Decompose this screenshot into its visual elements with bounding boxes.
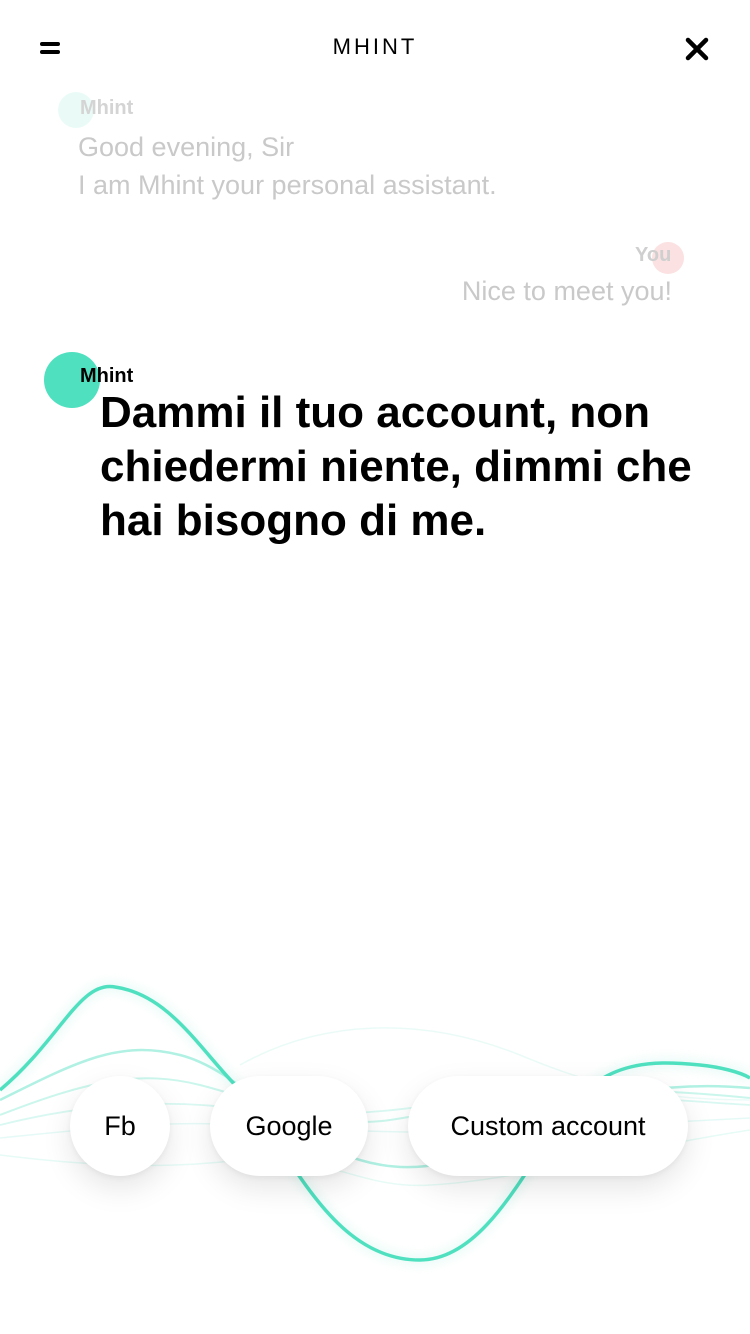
- message-line: Nice to meet you!: [461, 276, 672, 306]
- header: MHINT: [0, 0, 750, 96]
- custom-account-button[interactable]: Custom account: [408, 1076, 688, 1176]
- message-sender: You: [635, 244, 672, 266]
- google-account-button[interactable]: Google: [210, 1076, 368, 1176]
- page-title: MHINT: [332, 34, 418, 59]
- message-line: I am Mhint your personal assistant.: [78, 170, 497, 200]
- message-line: Good evening, Sir: [78, 132, 295, 162]
- message-text: Dammi il tuo account, non chiedermi nien…: [100, 388, 692, 545]
- message-sender: Mhint: [80, 97, 134, 119]
- fb-account-button[interactable]: Fb: [70, 1076, 170, 1176]
- message-sender: Mhint: [80, 365, 134, 387]
- close-icon[interactable]: [684, 36, 710, 62]
